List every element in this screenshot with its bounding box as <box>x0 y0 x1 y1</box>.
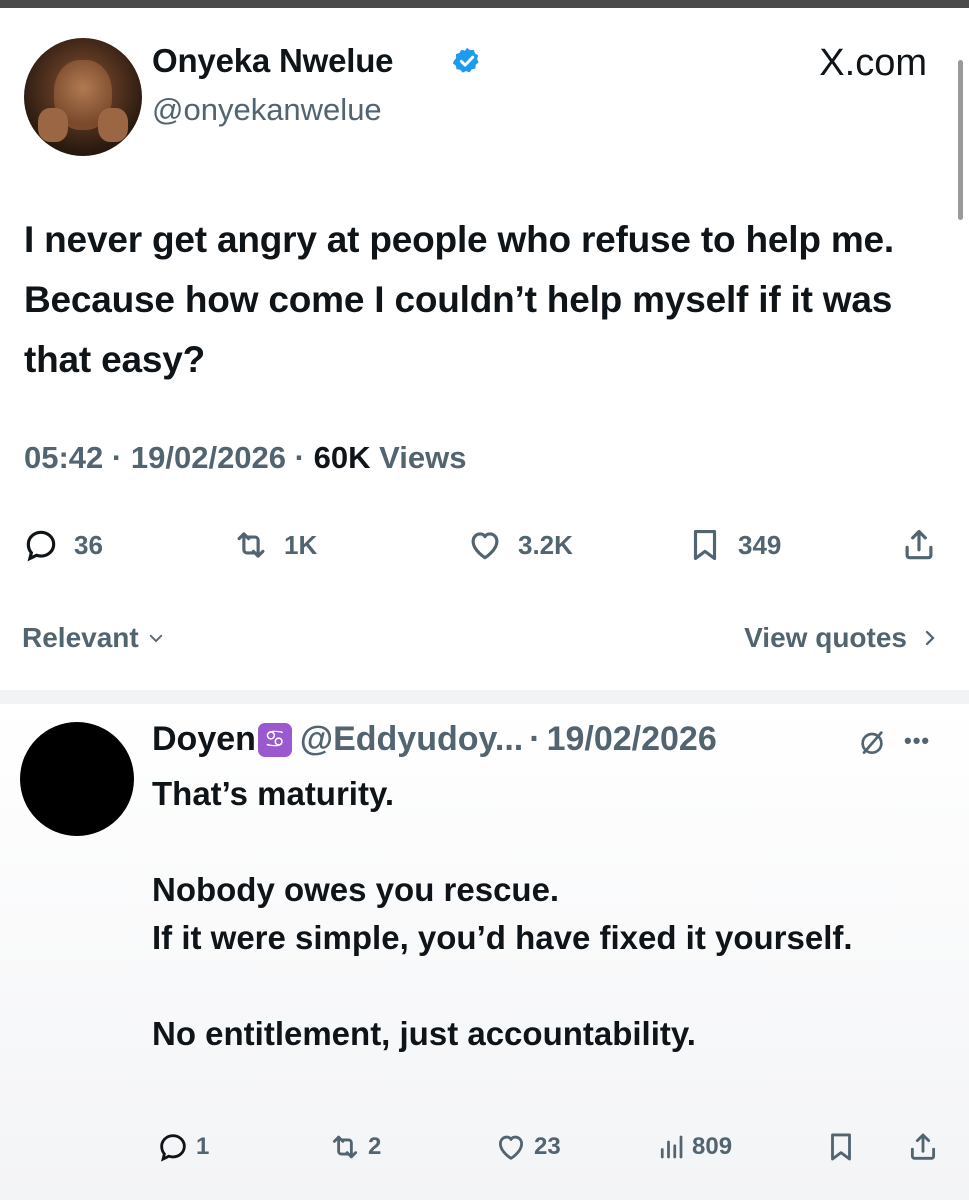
reply-author-name[interactable]: Doyen <box>152 720 256 759</box>
reply-avatar[interactable] <box>20 722 134 836</box>
repost-icon <box>332 1135 358 1159</box>
grok-icon[interactable] <box>856 726 888 758</box>
reply-header: Doyen ♋ @Eddyudoy... · 19/02/2026 <box>152 720 717 759</box>
reply-action-bar: 1 2 23 809 <box>0 1125 969 1169</box>
share-icon <box>905 529 933 560</box>
repost-icon <box>237 532 265 558</box>
chevron-down-icon <box>149 634 162 643</box>
reply-text: That’s maturity. Nobody owes you rescue.… <box>152 775 853 1052</box>
reply-views-button[interactable]: 809 <box>656 1125 732 1169</box>
avatar[interactable] <box>24 38 142 156</box>
bookmark-icon <box>693 529 717 561</box>
like-icon <box>471 532 499 560</box>
post-text: I never get angry at people who refuse t… <box>24 219 894 380</box>
reply-button[interactable]: 36 <box>22 520 103 570</box>
like-icon <box>498 1135 524 1160</box>
post-date[interactable]: 19/02/2026 <box>131 440 286 475</box>
chevron-right-icon <box>925 630 935 646</box>
reply-bookmark-button[interactable] <box>824 1125 858 1169</box>
reply-icon <box>160 1134 186 1162</box>
repost-button[interactable]: 1K <box>232 520 317 570</box>
reply-repost-count: 2 <box>368 1133 382 1160</box>
author-name[interactable]: Onyeka Nwelue <box>152 42 394 80</box>
reply-handle[interactable]: @Eddyudoy... <box>300 720 523 759</box>
repost-count: 1K <box>284 529 318 560</box>
reply-like-count: 23 <box>534 1133 561 1160</box>
reply-reply-button[interactable]: 1 <box>156 1125 209 1169</box>
top-edge-bar <box>0 0 969 8</box>
views-icon <box>660 1135 683 1159</box>
scrollbar[interactable] <box>958 60 963 220</box>
more-icon[interactable]: ••• <box>904 728 930 754</box>
reply-views-count: 809 <box>692 1133 733 1160</box>
bookmark-icon <box>831 1133 851 1161</box>
reply-like-button[interactable]: 23 <box>494 1125 561 1169</box>
like-button[interactable]: 3.2K <box>466 520 573 570</box>
reply-repost-button[interactable]: 2 <box>328 1125 381 1169</box>
reply-date[interactable]: 19/02/2026 <box>547 720 717 759</box>
reply-reply-count: 1 <box>196 1133 210 1160</box>
bookmark-button[interactable]: 349 <box>686 520 781 570</box>
author-handle[interactable]: @onyekanwelue <box>152 92 382 128</box>
section-divider <box>0 690 969 704</box>
view-quotes-link[interactable]: View quotes <box>744 622 939 654</box>
like-count: 3.2K <box>518 529 573 560</box>
view-quotes-label: View quotes <box>744 622 907 653</box>
bookmark-count: 349 <box>738 529 782 560</box>
post-meta: 05:42 · 19/02/2026 · 60K Views <box>24 440 467 475</box>
zodiac-badge-icon: ♋ <box>257 722 292 757</box>
post-time[interactable]: 05:42 <box>24 440 103 475</box>
sort-label: Relevant <box>22 622 139 653</box>
reply-icon <box>26 530 56 562</box>
verified-badge-icon <box>452 47 479 73</box>
views-label: Views <box>379 440 467 475</box>
views-count: 60K <box>313 440 371 475</box>
site-watermark: X.com <box>819 42 927 84</box>
share-button[interactable] <box>900 520 938 570</box>
sort-replies-button[interactable]: Relevant <box>22 622 165 654</box>
reply-share-button[interactable] <box>906 1125 940 1169</box>
share-icon <box>910 1133 936 1160</box>
reply-count: 36 <box>74 529 103 560</box>
post-action-bar: 36 1K 3.2K 349 <box>0 520 969 570</box>
